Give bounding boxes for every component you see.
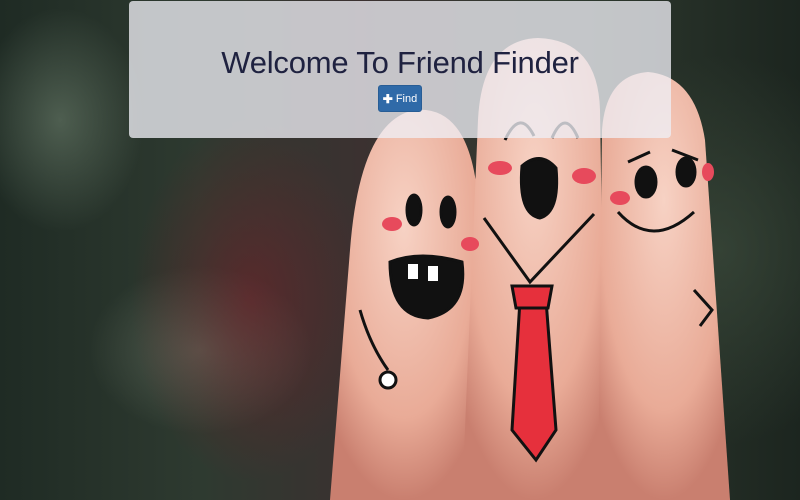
- page: Welcome To Friend Finder ✚ Find: [0, 0, 800, 500]
- find-button[interactable]: ✚ Find: [378, 85, 422, 112]
- plus-icon: ✚: [382, 91, 393, 106]
- page-title: Welcome To Friend Finder: [221, 45, 579, 80]
- find-button-label: Find: [395, 92, 418, 105]
- jumbotron-panel: Welcome To Friend Finder ✚ Find: [129, 1, 671, 138]
